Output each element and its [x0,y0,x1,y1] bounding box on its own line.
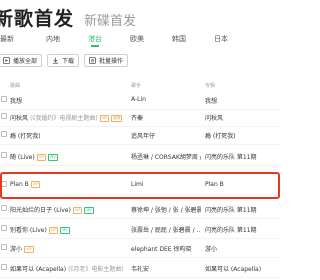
album-cell[interactable]: 闪亮的乐队 第11期 [205,225,265,234]
tab-japan[interactable]: 日本 [214,34,228,44]
album-cell[interactable]: 如果可以 (Acapella) [205,264,265,273]
mv-badge[interactable]: MV [84,207,94,214]
quality-badge: 超清 [111,115,123,122]
row-checkbox[interactable] [1,205,7,211]
song-alias: (《月老》电影主题曲) [68,266,124,273]
table-row[interactable]: 阳光灿烂的日子 (Live) VIP MV 蔡徐坤 / 张弛 / 张 / 张碧晨 闪亮的… [0,199,280,219]
mv-badge[interactable]: MV [48,154,58,161]
play-icon [3,57,10,64]
song-title[interactable]: 随 (Live) [10,154,35,161]
singer-cell[interactable]: 张震岳 / 屁屁 / 张碧晨 / ... [131,225,201,234]
song-title-cell[interactable]: 问秋风 (《我婚约》电视剧主题曲) VIP 超清 [10,113,123,122]
song-title[interactable]: 别看你 (Live) [10,227,47,234]
album-cell[interactable]: 问秋风 [205,113,265,122]
row-checkbox[interactable] [1,131,7,137]
region-tabs: 最新 内地 港台 欧美 韩国 日本 [0,32,280,48]
quality-badge: VIP [30,181,41,188]
singer-cell[interactable]: 杨丞琳 / CORSAK胡梦周 / ... [131,152,201,161]
toolbar: 播放全部 下载 批量操作 [0,54,129,68]
table-row[interactable]: 问秋风 (《我婚约》电视剧主题曲) VIP 超清 齐秦 问秋风 [0,107,280,127]
tab-korea[interactable]: 韩国 [172,34,186,44]
active-tab-indicator [91,45,99,47]
singer-cell[interactable]: A-Lin [131,96,201,103]
song-title-cell[interactable]: 随 (Live) VIP MV [10,152,58,161]
table-row[interactable]: 游小 VIP elephant DEE 徐昀晓 游小 [0,238,280,258]
column-album: 专辑 [205,83,216,89]
row-checkbox[interactable] [1,152,7,158]
album-cell[interactable]: 闪亮的乐队 第11期 [205,152,265,161]
list-icon [89,57,96,64]
song-title[interactable]: 我想 [10,98,22,105]
song-title[interactable]: Plan B [10,181,29,188]
row-checkbox[interactable] [1,113,7,119]
tab-western[interactable]: 欧美 [130,34,144,44]
play-all-button[interactable]: 播放全部 [0,54,43,67]
column-title: 歌曲 [10,83,21,89]
row-checkbox[interactable] [1,225,7,231]
table-row[interactable]: 瘾 (打死我) 追风年仔瘾 (打死我) [0,125,280,145]
download-label: 下载 [62,58,75,65]
song-title[interactable]: 游小 [10,246,22,253]
download-icon [52,57,59,64]
song-title-cell[interactable]: 如果可以 (Acapella) (《月老》电影主题曲) [10,264,124,273]
subpage-title[interactable]: 新碟首发 [84,10,136,29]
mv-badge[interactable]: MV [60,227,70,234]
quality-badge: VIP [99,115,110,122]
quality-badge: VIP [36,154,47,161]
play-all-label: 播放全部 [13,58,38,65]
song-alias: (《我婚约》电视剧主题曲) [30,115,98,122]
table-header: 歌曲 歌手 专辑 [0,80,280,90]
song-title-cell[interactable]: 游小 VIP [10,244,34,253]
batch-operation-label: 批量操作 [99,58,124,65]
song-title-cell[interactable]: 瘾 (打死我) [10,131,41,140]
song-title[interactable]: 问秋风 [10,115,28,122]
row-checkbox[interactable] [1,96,7,102]
table-row[interactable]: 如果可以 (Acapella) (《月老》电影主题曲) 韦礼安 如果可以 (Acape… [0,258,280,278]
row-checkbox[interactable] [1,181,7,187]
singer-cell[interactable]: 蔡徐坤 / 张弛 / 张 / 张碧晨 [131,205,201,214]
album-cell[interactable]: 我想 [205,96,265,105]
singer-cell[interactable]: 追风年仔 [131,131,201,140]
song-title-cell[interactable]: Plan B VIP [10,181,41,188]
tab-latest[interactable]: 最新 [0,34,14,44]
page-header: 新歌首发 新碟首发 [0,4,136,30]
tab-hktw[interactable]: 港台 [88,34,102,44]
song-title[interactable]: 阳光灿烂的日子 (Live) [10,207,71,214]
table-row[interactable]: 别看你 (Live) VIP MV 张震岳 / 屁屁 / 张碧晨 / ... 闪亮的乐队… [0,219,280,239]
download-button[interactable]: 下载 [47,54,80,67]
album-cell[interactable]: 闪亮的乐队 第11期 [205,205,265,214]
singer-cell[interactable]: 齐秦 [131,113,201,122]
singer-cell[interactable]: 韦礼安 [131,264,201,273]
album-cell[interactable]: Plan B [205,181,265,188]
album-cell[interactable]: 瘾 (打死我) [205,131,265,140]
table-row[interactable]: Plan B VIP Limi Plan B [0,175,280,195]
song-title-cell[interactable]: 阳光灿烂的日子 (Live) VIP MV [10,205,94,214]
song-title[interactable]: 瘾 (打死我) [10,133,41,140]
batch-operation-button[interactable]: 批量操作 [84,54,129,67]
song-title-cell[interactable]: 我想 [10,96,22,105]
table-row[interactable]: 随 (Live)VIPMV 杨丞琳 / CORSAK胡梦周 / ... 闪亮的乐队 … [0,146,280,166]
quality-badge: VIP [24,246,34,253]
row-checkbox[interactable] [1,244,7,250]
song-title[interactable]: 如果可以 (Acapella) [10,266,66,273]
quality-badge: VIP [72,207,83,214]
row-checkbox[interactable] [1,264,7,270]
tab-mainland[interactable]: 内地 [46,34,60,44]
singer-cell[interactable]: Limi [131,181,201,188]
singer-cell[interactable]: elephant DEE 徐昀晓 [131,244,201,253]
quality-badge: VIP [48,227,59,234]
album-cell[interactable]: 游小 [205,244,265,253]
column-singer: 歌手 [131,83,142,89]
song-title-cell[interactable]: 别看你 (Live) VIP MV [10,225,70,234]
page-title[interactable]: 新歌首发 [0,4,74,31]
